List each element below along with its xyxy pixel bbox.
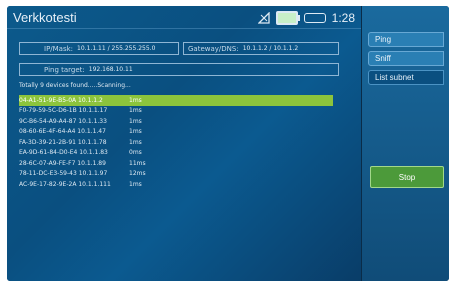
device-row[interactable]: AC-9E-17-82-9E-2A 10.1.1.111 1ms xyxy=(19,179,333,190)
device-row[interactable]: 08-60-6E-4F-64-A4 10.1.1.47 1ms xyxy=(19,127,333,138)
ping-target-value: 192.168.10.11 xyxy=(88,66,133,73)
device-row[interactable]: FA-3D-39-21-2B-91 10.1.1.78 1ms xyxy=(19,137,333,148)
device-row[interactable]: 9C-B6-54-A9-A4-87 10.1.1.33 1ms xyxy=(19,116,333,127)
device-row[interactable]: EA-9D-61-84-D0-E4 10.1.1.83 0ms xyxy=(19,148,333,159)
response-time: 1ms xyxy=(129,117,142,125)
status-bar: 1:28 xyxy=(257,9,355,27)
tab-list-subnet[interactable]: List subnet xyxy=(368,70,444,85)
ping-target-label: Ping target: xyxy=(44,65,85,74)
response-time: 1ms xyxy=(129,107,142,115)
tab-ping[interactable]: Ping xyxy=(368,32,444,47)
ipmask-value: 10.1.1.11 / 255.255.255.0 xyxy=(77,45,156,52)
device-row[interactable]: F0-79-59-5C-D6-1B 10.1.1.17 1ms xyxy=(19,106,333,117)
clock-time: 1:28 xyxy=(331,11,355,25)
battery-outline-icon xyxy=(303,13,326,23)
device-list: 04-A1-51-9E-B5-0A 10.1.1.2 1ms F0-79-59-… xyxy=(19,95,333,190)
device-id: F0-79-59-5C-D6-1B 10.1.1.17 xyxy=(19,107,108,115)
response-time: 1ms xyxy=(129,96,142,104)
app-title: Verkkotesti xyxy=(13,10,77,25)
response-time: 0ms xyxy=(129,149,142,157)
device-id: FA-3D-39-21-2B-91 10.1.1.78 xyxy=(19,138,107,146)
device-id: 04-A1-51-9E-B5-0A 10.1.1.2 xyxy=(19,96,103,104)
device-row[interactable]: 78-11-DC-E3-59-43 10.1.1.97 12ms xyxy=(19,169,333,180)
gateway-value: 10.1.1.2 / 10.1.1.2 xyxy=(242,45,299,52)
sidebar: Ping Sniff List subnet Stop xyxy=(361,6,449,281)
tab-sniff[interactable]: Sniff xyxy=(368,51,444,66)
main-panel: Verkkotesti 1:28 IP/Mask: 10.1.1.11 / 25… xyxy=(7,6,361,281)
header-divider xyxy=(7,28,361,29)
ipmask-label: IP/Mask: xyxy=(44,44,74,53)
device-id: 08-60-6E-4F-64-A4 10.1.1.47 xyxy=(19,128,106,136)
stop-button[interactable]: Stop xyxy=(370,166,444,188)
response-time: 1ms xyxy=(129,128,142,136)
response-time: 1ms xyxy=(129,138,142,146)
network-info-row: IP/Mask: 10.1.1.11 / 255.255.255.0 Gatew… xyxy=(19,42,339,57)
battery-icon xyxy=(275,11,300,25)
device-id: 28-6C-07-A9-FE-F7 10.1.1.89 xyxy=(19,159,106,167)
device-id: 78-11-DC-E3-59-43 10.1.1.97 xyxy=(19,170,108,178)
device-row[interactable]: 04-A1-51-9E-B5-0A 10.1.1.2 1ms xyxy=(19,95,333,106)
device-row[interactable]: 28-6C-07-A9-FE-F7 10.1.1.89 11ms xyxy=(19,158,333,169)
response-time: 11ms xyxy=(129,159,146,167)
device-id: EA-9D-61-84-D0-E4 10.1.1.83 xyxy=(19,149,108,157)
response-time: 1ms xyxy=(129,180,142,188)
device-id: AC-9E-17-82-9E-2A 10.1.1.111 xyxy=(19,180,111,188)
device-screen: Verkkotesti 1:28 IP/Mask: 10.1.1.11 / 25… xyxy=(7,6,449,281)
gateway-box: Gateway/DNS: 10.1.1.2 / 10.1.1.2 xyxy=(183,42,339,55)
scan-status: Totally 9 devices found.....Scanning... xyxy=(19,82,131,89)
signal-icon xyxy=(257,12,270,24)
response-time: 12ms xyxy=(129,170,146,178)
device-id: 9C-B6-54-A9-A4-87 10.1.1.33 xyxy=(19,117,107,125)
gateway-label: Gateway/DNS: xyxy=(188,44,239,53)
ipmask-box: IP/Mask: 10.1.1.11 / 255.255.255.0 xyxy=(19,42,179,55)
ping-target-box: Ping target: 192.168.10.11 xyxy=(19,63,339,76)
